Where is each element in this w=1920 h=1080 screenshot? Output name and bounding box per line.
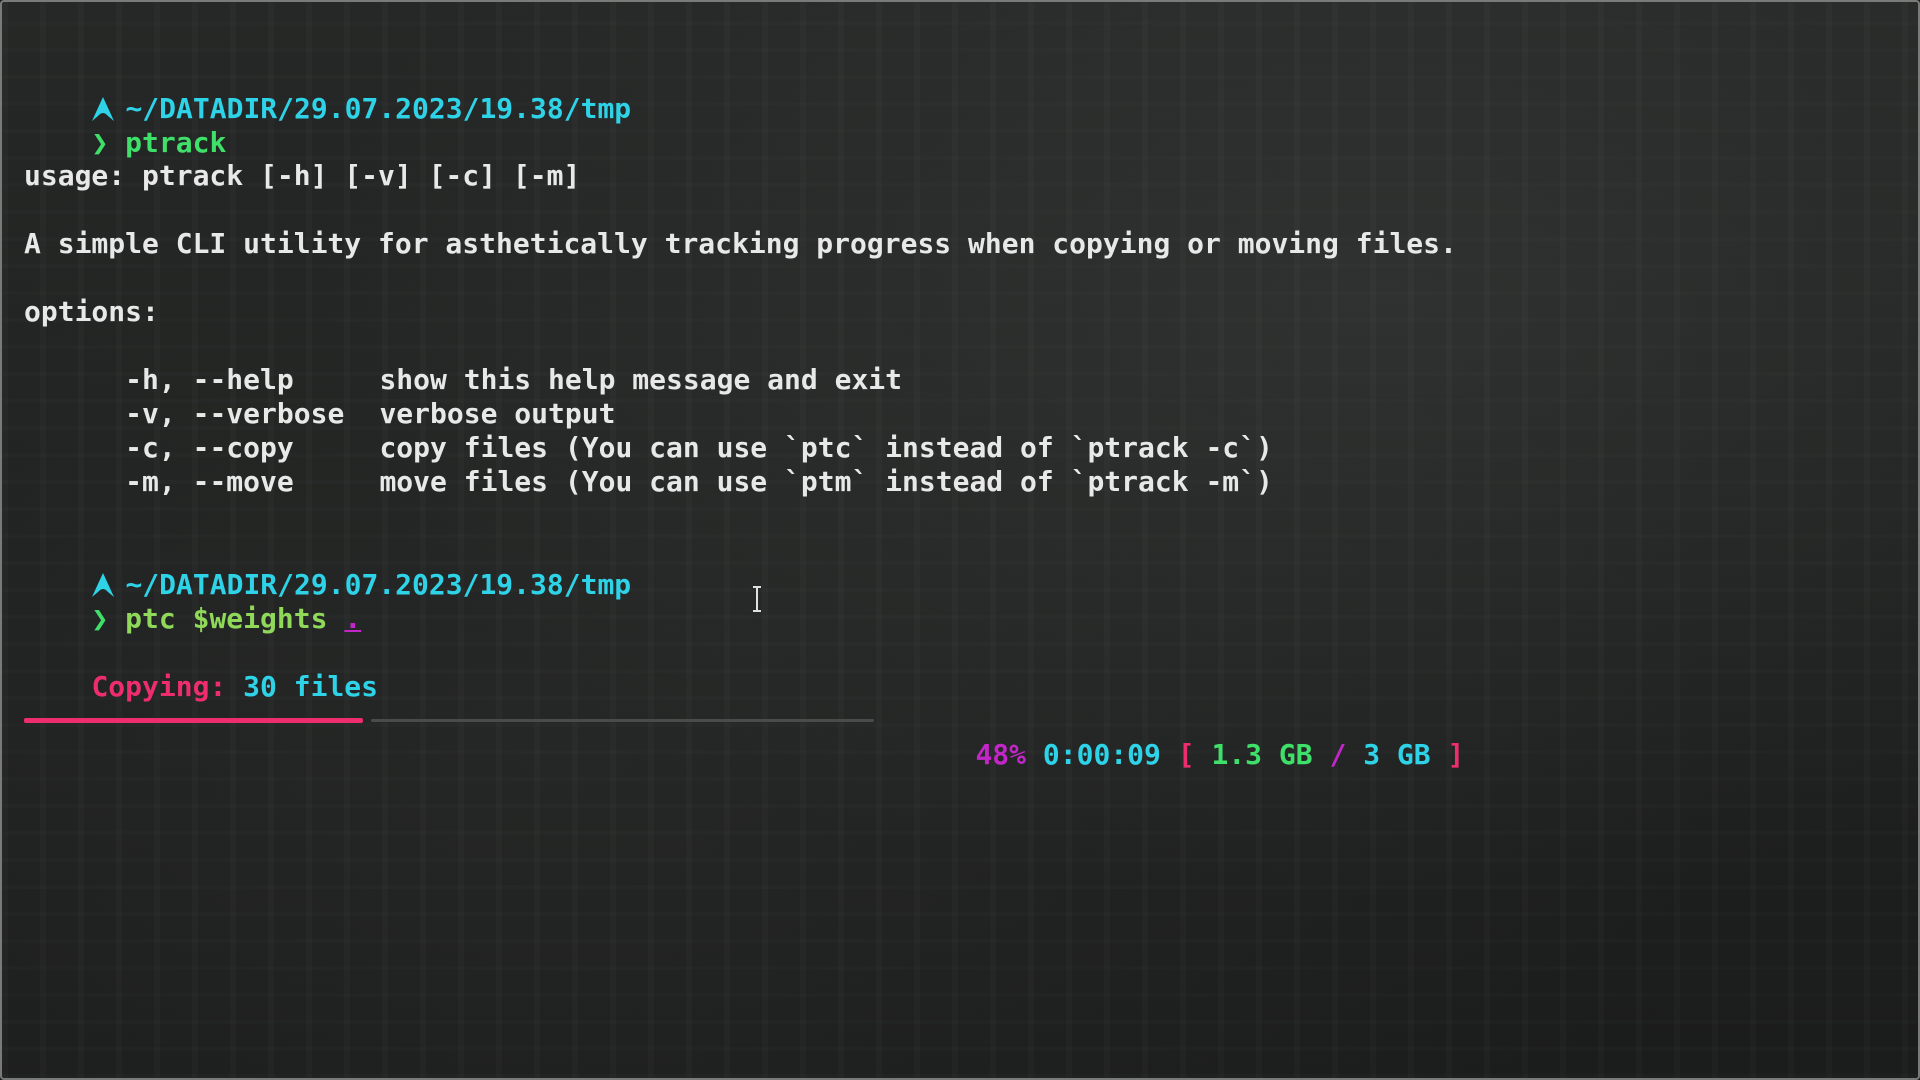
text-cursor-icon	[753, 586, 761, 612]
elapsed-time: 0:00:09	[1042, 738, 1161, 771]
command-variable: $weights	[192, 602, 328, 635]
command-text: ptc	[125, 602, 176, 635]
progress-bar	[24, 718, 874, 724]
option-row-copy: -c, --copy copy files (You can use `ptc` …	[24, 397, 1273, 464]
prompt-path-line: ~/DATADIR/29.07.2023/19.38/tmp	[24, 534, 631, 601]
progress-percent: 48%	[975, 738, 1027, 771]
prompt-chevron: ❯	[91, 602, 109, 635]
options-header: options:	[24, 295, 159, 328]
progress-stats: 48% 0:00:09 [ 1.3 GB / 3 GB ]	[908, 704, 1464, 771]
command-text: ptrack	[125, 126, 227, 159]
command-target-arg: .	[344, 602, 362, 635]
file-count: 30 files	[243, 670, 379, 703]
size-total: 3 GB	[1363, 738, 1431, 771]
option-row-move: -m, --move move files (You can use `ptm` …	[24, 431, 1273, 498]
command-line: ❯ ptrack	[24, 92, 226, 159]
copy-status-line: Copying: 30 files	[24, 636, 378, 703]
command-line[interactable]: ❯ ptc $weights .	[24, 568, 361, 635]
progress-bar-remaining	[371, 719, 874, 722]
size-open-bracket: [	[1177, 738, 1195, 771]
option-row-verbose: -v, --verbose verbose output	[24, 363, 615, 430]
progress-bar-fill	[24, 718, 363, 723]
option-flag: -m, --move	[91, 465, 294, 498]
option-row-help: -h, --help show this help message and exi…	[24, 329, 902, 396]
status-label: Copying:	[91, 670, 227, 703]
option-desc: move files (You can use `ptm` instead of…	[379, 465, 1273, 498]
prompt-chevron: ❯	[91, 126, 109, 159]
usage-line: usage: ptrack [-h] [-v] [-c] [-m]	[24, 159, 581, 192]
prompt-path-line: ~/DATADIR/29.07.2023/19.38/tmp	[24, 58, 631, 125]
description-line: A simple CLI utility for asthetically tr…	[24, 227, 1457, 260]
size-slash: /	[1329, 738, 1347, 771]
terminal-window[interactable]: ~/DATADIR/29.07.2023/19.38/tmp ❯ ptrack …	[0, 0, 1920, 1080]
size-done: 1.3 GB	[1211, 738, 1313, 771]
size-close-bracket: ]	[1447, 738, 1465, 771]
